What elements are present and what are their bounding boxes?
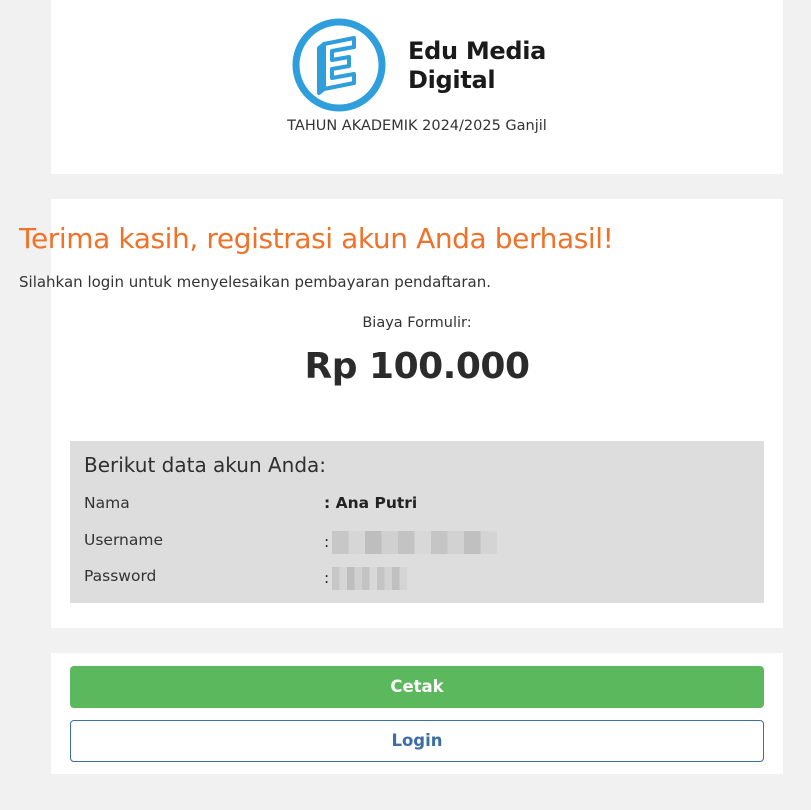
account-heading: Berikut data akun Anda:: [84, 453, 327, 477]
account-label-username: Username: [84, 531, 164, 549]
account-details-box: Berikut data akun Anda: Nama : Ana Putri…: [70, 441, 764, 603]
header-card: Edu Media Digital TAHUN AKADEMIK 2024/20…: [51, 0, 783, 174]
edu-media-logo-icon: [292, 18, 386, 112]
instruction-text: Silahkan login untuk menyelesaikan pemba…: [19, 273, 491, 291]
account-label-nama: Nama: [84, 494, 130, 512]
account-row-password: Password :: [84, 567, 744, 591]
username-colon: :: [324, 533, 330, 551]
account-row-nama: Nama : Ana Putri: [84, 494, 744, 518]
login-button[interactable]: Login: [70, 720, 764, 762]
username-masked-value: [332, 531, 498, 554]
print-button[interactable]: Cetak: [70, 666, 764, 708]
brand-name-line2: Digital: [408, 66, 496, 94]
brand-logo: Edu Media Digital: [291, 17, 551, 113]
success-title: Terima kasih, registrasi akun Anda berha…: [19, 222, 614, 255]
account-label-password: Password: [84, 567, 157, 585]
password-colon: :: [324, 569, 330, 587]
account-value-nama: : Ana Putri: [324, 494, 418, 512]
account-value-username: :: [324, 531, 498, 554]
fee-amount: Rp 100.000: [304, 346, 531, 387]
fee-label: Biaya Formulir:: [362, 315, 472, 331]
brand-name-line1: Edu Media: [408, 37, 547, 65]
brand-name: Edu Media Digital: [408, 37, 546, 95]
account-row-username: Username :: [84, 531, 744, 555]
account-value-password: :: [324, 567, 408, 590]
academic-year-label: TAHUN AKADEMIK 2024/2025 Ganjil: [287, 118, 547, 134]
password-masked-value: [332, 567, 408, 590]
